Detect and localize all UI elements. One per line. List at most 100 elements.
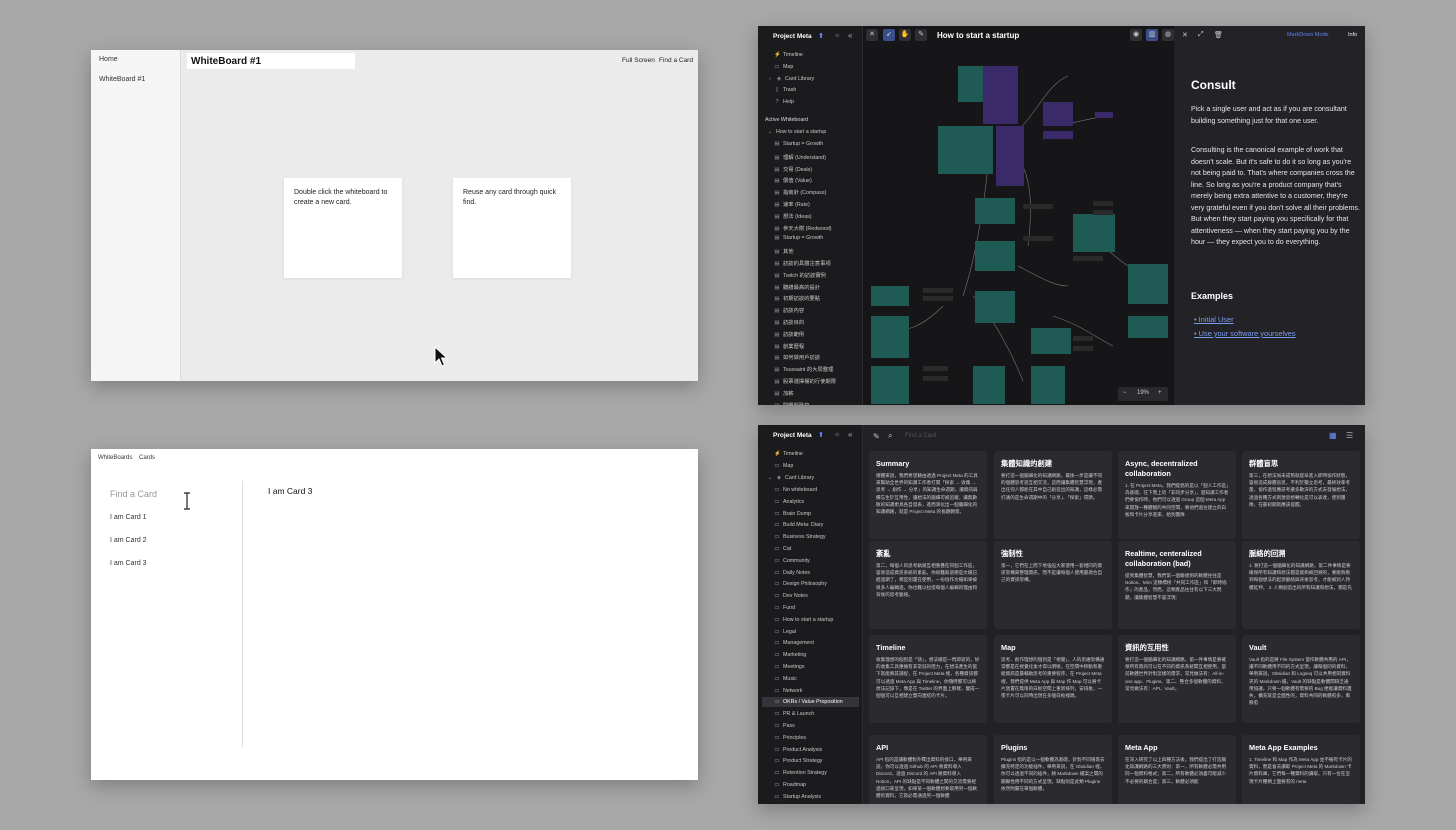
nav-map[interactable]: ▭ Map	[774, 64, 793, 70]
board-card-item[interactable]: ▤ Toussaint 的大局整理	[774, 365, 833, 373]
info-button[interactable]: Info	[1348, 32, 1357, 38]
zoom-in-button[interactable]: +	[1158, 390, 1162, 396]
nav-timeline[interactable]: ⚡ Timeline	[774, 451, 803, 457]
board-card-item[interactable]: ▤ 想法 (Ideas)	[774, 212, 811, 220]
nav-trash[interactable]: ▯ Trash	[774, 87, 796, 93]
library-card[interactable]: API API 指的是讓軟體對外釋出資料的接口，舉例來說，你可以透過 Github…	[869, 735, 987, 804]
hand-tool-icon[interactable]: ✋	[899, 29, 911, 41]
library-item[interactable]: ▭ Business Strategy	[774, 534, 825, 540]
nav-help[interactable]: ? Help	[774, 99, 793, 105]
whiteboard-card[interactable]: Double click the whiteboard to create a …	[284, 178, 402, 278]
board-card-item[interactable]: ▤ 聽譜最高的設計	[774, 283, 820, 291]
markdown-mode-button[interactable]: MarkDown Mode	[1287, 32, 1329, 38]
board-card-item[interactable]: ▤ 交易 (Deals)	[774, 165, 812, 173]
cloud-icon[interactable]: ⬆	[818, 32, 824, 40]
pen-tool-icon[interactable]: ✎	[915, 29, 927, 41]
search-icon[interactable]: ⌕	[888, 431, 892, 441]
library-item[interactable]: ▭ Brain Dump	[774, 511, 811, 517]
grid-view-icon[interactable]: ▦	[1329, 431, 1337, 440]
library-item[interactable]: ▭ Network	[774, 688, 802, 694]
nav-timeline[interactable]: ⚡ Timeline	[774, 52, 803, 58]
selected-card-title[interactable]: I am Card 3	[268, 486, 312, 496]
whiteboard-canvas[interactable]	[863, 26, 1174, 405]
board-card-item[interactable]: ▤ 訪談範例	[774, 330, 804, 338]
link-text[interactable]: Initial User	[1199, 315, 1234, 324]
library-item[interactable]: ▭ PR & Launch	[774, 711, 814, 717]
board-card-item[interactable]: ▤ 加薪	[774, 389, 793, 397]
board-card-item[interactable]: ▤ 指南針 (Compass)	[774, 188, 826, 196]
board-card-item[interactable]: ▤ 理解 (Understand)	[774, 153, 826, 161]
library-card[interactable]: Summary 總體來說，我們希望藉由透過 Project Meta 的工具來幫助…	[869, 451, 987, 539]
board-card-item[interactable]: ▤ 訪談的具體注意事項	[774, 259, 830, 267]
brush-icon[interactable]: ✎	[873, 432, 880, 441]
nav-whiteboards[interactable]: WhiteBoards	[98, 455, 132, 461]
sidebar-item-whiteboard-1[interactable]: WhiteBoard #1	[99, 76, 145, 83]
library-item[interactable]: ▭ Dev Notes	[774, 593, 807, 599]
library-card[interactable]: Plugins Plugins 指的是以一個軟體為基礎，針對不同場景去擴充特定的功…	[994, 735, 1112, 804]
card-list-item[interactable]: I am Card 3	[110, 560, 147, 567]
link-initial-user[interactable]: • Initial User	[1194, 315, 1234, 324]
link-use-software[interactable]: • Use your software yourselves	[1194, 329, 1296, 338]
library-card[interactable]: 群體盲思 第三，在想法尚未成熟就提早進入即時協作狀態，容易造成群體盲思，不利於獨立…	[1242, 451, 1360, 539]
close-icon[interactable]: ✕	[866, 29, 878, 41]
nav-card-library[interactable]: › ◈ Card Library	[767, 76, 814, 82]
library-item[interactable]: ▭ Startup Analysis	[774, 794, 821, 800]
nav-map[interactable]: ▭ Map	[774, 463, 793, 469]
library-item[interactable]: ▭ Product Analysis	[774, 747, 822, 753]
delete-icon[interactable]: 🗑	[1214, 31, 1223, 39]
library-item[interactable]: ▭ Marketing	[774, 652, 806, 658]
board-card-item[interactable]: ▤財團與融資	[774, 401, 809, 405]
active-board-item[interactable]: ⌄ How to start a startup	[767, 129, 827, 135]
nav-cards[interactable]: Cards	[139, 455, 155, 461]
board-card-item[interactable]: ▤ 如何做用戶訪談	[774, 353, 820, 361]
library-card[interactable]: 強制性 第一，它們在上而下地強迫大家使用一套相同的資訊架構來整理資訊，而不是讓每個…	[994, 541, 1112, 629]
close-icon[interactable]: ✕	[1182, 31, 1188, 39]
library-item[interactable]: ▭ No whiteboard	[774, 487, 817, 493]
cloud-icon[interactable]: ⬆	[818, 431, 824, 439]
library-item[interactable]: ▭ Roadmap	[774, 782, 806, 788]
library-card[interactable]: Vault Vault 指的是將 File System 當作軟體共用的 API，…	[1242, 635, 1360, 723]
library-card[interactable]: 集體知識的創建 要打造一個腦細化的知識網路，最後一步是讓不同的個體思考進互相交流，…	[994, 451, 1112, 539]
board-card-item[interactable]: ▤ 價值 (Value)	[774, 176, 811, 184]
board-card-item[interactable]: ▤ 訪談內容	[774, 306, 804, 314]
select-tool-icon[interactable]: ➹	[883, 29, 895, 41]
library-item[interactable]: ▭ Music	[774, 676, 796, 682]
board-card-item[interactable]: ▤ 其他	[774, 247, 793, 255]
find-card-input[interactable]: Find a Card	[110, 489, 157, 499]
board-card-item[interactable]: ▤ 訪談目的	[774, 318, 804, 326]
board-card-item[interactable]: ▤ 速率 (Rate)	[774, 200, 809, 208]
search-input[interactable]: Find a Card	[905, 433, 936, 439]
library-card[interactable]: 脈絡的回溯 1. 要打造一個腦細化的知識網路，第二件事情是要確保所有知識和想法都是…	[1242, 541, 1360, 629]
card-list-item[interactable]: I am Card 1	[110, 514, 147, 521]
library-item[interactable]: ▭ Principles	[774, 735, 806, 741]
library-item[interactable]: ▭ Fund	[774, 605, 795, 611]
nav-card-library[interactable]: ⌄ ◈ Card Library	[767, 475, 814, 481]
collapse-icon[interactable]: «	[848, 430, 852, 439]
library-item[interactable]: ▭ Product Strategy	[774, 758, 822, 764]
library-card[interactable]: Realtime, centeralized collaboration (ba…	[1118, 541, 1236, 629]
library-card[interactable]: Async, decentralized collaboration 1. 在 P…	[1118, 451, 1236, 539]
library-card[interactable]: Meta App 在深入研究了以上四種方法後，我們提出了打造腦化知識網路的三大原則…	[1118, 735, 1236, 804]
board-card-item[interactable]: ▤ Startup = Growth	[774, 235, 823, 241]
zoom-out-button[interactable]: −	[1123, 390, 1127, 396]
library-card[interactable]: 紊亂 第二，每個人的思考軌跡互相重疊在同個工作區，容易造成資訊系統的紊亂，你很難知…	[869, 541, 987, 629]
library-item[interactable]: ▭ Pass	[774, 723, 794, 729]
library-card[interactable]: Meta App Examples 1. Timeline 和 Map 作為 Me…	[1242, 735, 1360, 804]
full-screen-button[interactable]: Full Screen	[622, 57, 655, 64]
collapse-icon[interactable]: «	[848, 31, 852, 40]
library-item[interactable]: ▭ OKRs / Value Proposition	[762, 697, 859, 708]
library-card[interactable]: Map 思考、創作理想的個別是「視覺」，人的思維架構通常都是在視覺化後才得以明晰，…	[994, 635, 1112, 723]
library-card[interactable]: Timeline 收集理想的個別是「快」，想法總是一閃即逝的，好的收集工具應擁有非…	[869, 635, 987, 723]
expand-icon[interactable]: ⤢	[1198, 31, 1204, 39]
library-item[interactable]: ▭ Daily Notes	[774, 570, 810, 576]
whiteboard-title[interactable]: How to start a startup	[937, 31, 1019, 40]
library-item[interactable]: ▭ Retention Strategy	[774, 770, 826, 776]
find-card-button[interactable]: Find a Card	[659, 57, 693, 64]
library-item[interactable]: ▭ Meetings	[774, 664, 804, 670]
sun-icon[interactable]: ☼	[834, 32, 840, 39]
library-item[interactable]: ▭ Cat	[774, 546, 791, 552]
library-item[interactable]: ▭ Community	[774, 558, 809, 564]
board-card-item[interactable]: ▤ Startup = Growth	[774, 141, 823, 147]
board-card-item[interactable]: ▤ 股票選擇權的行使期限	[774, 377, 836, 385]
card-list-item[interactable]: I am Card 2	[110, 537, 147, 544]
